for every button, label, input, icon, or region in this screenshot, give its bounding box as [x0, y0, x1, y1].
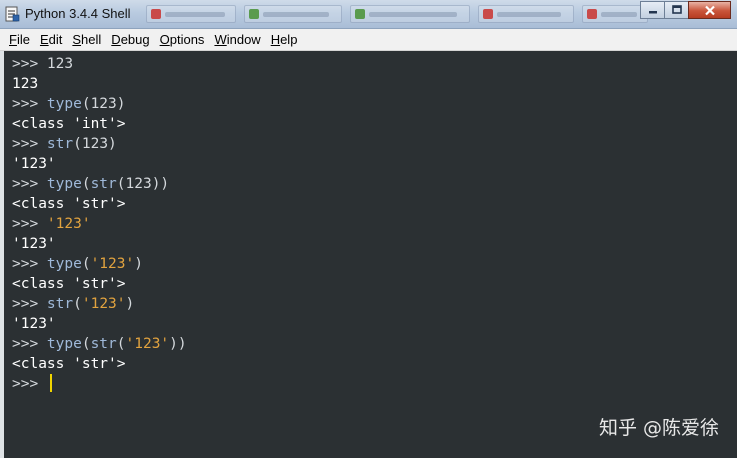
shell-prompt: >>> — [12, 296, 47, 312]
output-text: '123' — [12, 156, 56, 172]
shell-output-line: '123' — [12, 314, 187, 334]
background-tab — [244, 5, 342, 23]
shell-lines: >>> 123 123 >>> type(123) <class 'int'> >>> … — [12, 54, 187, 394]
background-tab — [350, 5, 470, 23]
shell-output-line: <class 'str'> — [12, 194, 187, 214]
shell-input-line: >>> str(123) — [12, 134, 187, 154]
minimize-icon — [648, 11, 657, 14]
window-title: Python 3.4.4 Shell — [25, 6, 131, 21]
shell-current-input-line: >>> — [12, 374, 187, 394]
builtin-token: str — [90, 336, 117, 352]
output-text: <class 'str'> — [12, 356, 126, 372]
shell-prompt: >>> — [12, 256, 47, 272]
builtin-token: str — [46, 136, 74, 152]
menu-file-accel: F — [9, 31, 17, 47]
builtin-token: type — [46, 96, 82, 112]
shell-prompt: >>> — [12, 136, 47, 152]
menu-file[interactable]: File — [4, 30, 35, 50]
shell-prompt: >>> — [12, 336, 47, 352]
shell-output-line: 123 — [12, 74, 187, 94]
code-token: ( — [81, 336, 91, 352]
shell-prompt: >>> — [12, 96, 47, 112]
python-idle-icon — [5, 6, 20, 22]
code-token: )) — [169, 336, 187, 352]
shell-output-line: <class 'str'> — [12, 274, 187, 294]
shell-input-line: >>> type(str('123')) — [12, 334, 187, 354]
code-token: (123) — [73, 136, 117, 152]
menu-options[interactable]: Options — [155, 30, 210, 50]
menu-window-label: indow — [226, 31, 261, 47]
menu-bar: File Edit Shell Debug Options Window Hel… — [0, 29, 737, 51]
string-token: '123' — [81, 296, 126, 312]
menu-edit[interactable]: Edit — [35, 30, 67, 50]
window-controls — [640, 1, 731, 20]
shell-output-line: '123' — [12, 154, 187, 174]
output-text: <class 'str'> — [12, 276, 126, 292]
minimize-button[interactable] — [640, 1, 665, 19]
shell-output-line: <class 'str'> — [12, 354, 187, 374]
menu-edit-accel: E — [39, 31, 49, 47]
string-token: '123' — [90, 256, 135, 272]
shell-output-line: <class 'int'> — [12, 114, 187, 134]
shell-prompt: >>> — [12, 56, 47, 72]
shell-input-line: >>> '123' — [12, 214, 187, 234]
output-text: <class 'int'> — [12, 116, 126, 132]
code-token: (123)) — [116, 176, 170, 192]
code-token: ( — [116, 336, 126, 352]
string-token: '123' — [125, 336, 170, 352]
shell-input-line: >>> type('123') — [12, 254, 187, 274]
title-bar: Python 3.4.4 Shell — [0, 0, 737, 29]
string-token: '123' — [46, 216, 91, 232]
menu-shell-accel: S — [72, 31, 82, 47]
shell-input-line: >>> 123 — [12, 54, 187, 74]
menu-file-label: ile — [16, 31, 30, 47]
code-token: (123) — [81, 96, 126, 112]
builtin-token: type — [46, 176, 82, 192]
shell-input-line: >>> type(123) — [12, 94, 187, 114]
shell-output-line: '123' — [12, 234, 187, 254]
shell-input-line: >>> type(str(123)) — [12, 174, 187, 194]
builtin-token: type — [46, 336, 82, 352]
code-token: ) — [125, 296, 135, 312]
shell-text-area[interactable]: >>> 123 123 >>> type(123) <class 'int'> >>> … — [4, 51, 737, 458]
menu-shell-label: hell — [81, 31, 102, 47]
shell-input-line: >>> str('123') — [12, 294, 187, 314]
menu-edit-label: dit — [48, 31, 63, 47]
shell-prompt: >>> — [12, 216, 47, 232]
menu-help-accel: H — [270, 31, 281, 47]
code-token: ( — [73, 296, 82, 312]
shell-prompt: >>> — [12, 376, 47, 392]
menu-window-accel: W — [214, 31, 227, 47]
output-text: 123 — [12, 76, 39, 92]
menu-help-label: elp — [280, 31, 298, 47]
menu-help[interactable]: Help — [266, 30, 303, 50]
code-token: ) — [134, 256, 143, 272]
background-tab — [146, 5, 236, 23]
code-token: ( — [81, 176, 91, 192]
shell-prompt: >>> — [12, 176, 47, 192]
menu-debug[interactable]: Debug — [106, 30, 154, 50]
menu-window[interactable]: Window — [209, 30, 265, 50]
output-text: <class 'str'> — [12, 196, 126, 212]
builtin-token: str — [46, 296, 74, 312]
text-cursor — [49, 374, 52, 392]
output-text: '123' — [12, 316, 56, 332]
close-icon — [704, 5, 715, 15]
menu-debug-accel: D — [111, 31, 121, 47]
menu-options-label: ptions — [169, 31, 205, 47]
close-button[interactable] — [688, 1, 731, 19]
code-token: ( — [81, 256, 91, 272]
watermark: 知乎 @陈爱徐 — [598, 417, 719, 439]
builtin-token: str — [90, 176, 117, 192]
background-tab — [582, 5, 648, 23]
code-token: 123 — [46, 56, 74, 72]
menu-shell[interactable]: Shell — [67, 30, 106, 50]
menu-debug-label: ebug — [120, 31, 150, 47]
background-tab — [478, 5, 574, 23]
builtin-token: type — [46, 256, 82, 272]
maximize-icon — [671, 5, 682, 14]
output-text: '123' — [12, 236, 56, 252]
maximize-button[interactable] — [664, 1, 689, 19]
menu-options-accel: O — [159, 31, 170, 47]
